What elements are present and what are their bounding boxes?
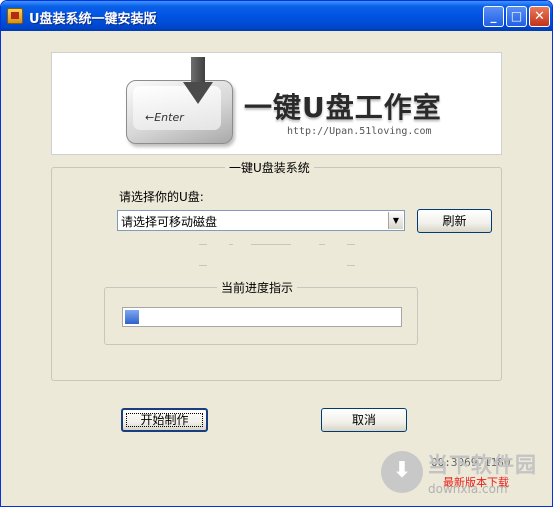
app-window: U盘装系统一键安装版 _ □ ✕ ←Enter 一键U盘工作室 http://U…: [0, 0, 553, 507]
usb-drive-select[interactable]: 请选择可移动磁盘 ▼: [117, 210, 405, 231]
usb-select-label: 请选择你的U盘:: [119, 190, 204, 204]
enter-key-label: ←Enter: [145, 111, 184, 124]
progress-group-legend: 当前进度指示: [217, 279, 298, 296]
focus-rectangle: [126, 413, 203, 427]
banner-title: 一键U盘工作室: [244, 91, 442, 124]
down-arrow-icon: [191, 57, 205, 83]
banner-image: ←Enter 一键U盘工作室 http://Upan.51loving.com: [51, 52, 502, 155]
start-button[interactable]: 开始制作: [121, 408, 208, 432]
app-icon: [7, 8, 23, 24]
enter-key-icon: ←Enter: [126, 80, 233, 144]
progress-fill: [125, 310, 139, 324]
banner-url: http://Upan.51loving.com: [287, 126, 432, 137]
progress-bar: [122, 307, 402, 327]
close-button[interactable]: ✕: [529, 6, 550, 27]
minimize-button[interactable]: _: [483, 6, 504, 27]
cancel-button[interactable]: 取消: [321, 408, 407, 432]
title-bar[interactable]: U盘装系统一键安装版 _ □ ✕: [1, 1, 552, 31]
chevron-down-icon[interactable]: ▼: [388, 212, 403, 229]
maximize-button[interactable]: □: [506, 6, 527, 27]
watermark-domain: downxia.com: [428, 482, 508, 496]
hidden-label-placeholder: [199, 244, 355, 266]
download-icon: ⬇: [381, 451, 423, 493]
refresh-button[interactable]: 刷新: [417, 209, 492, 233]
usb-system-group-legend: 一键U盘装系统: [225, 159, 314, 176]
down-arrow-head-icon: [183, 82, 213, 104]
window-title: U盘装系统一键安装版: [29, 12, 157, 27]
usb-drive-select-value: 请选择可移动磁盘: [121, 215, 218, 229]
